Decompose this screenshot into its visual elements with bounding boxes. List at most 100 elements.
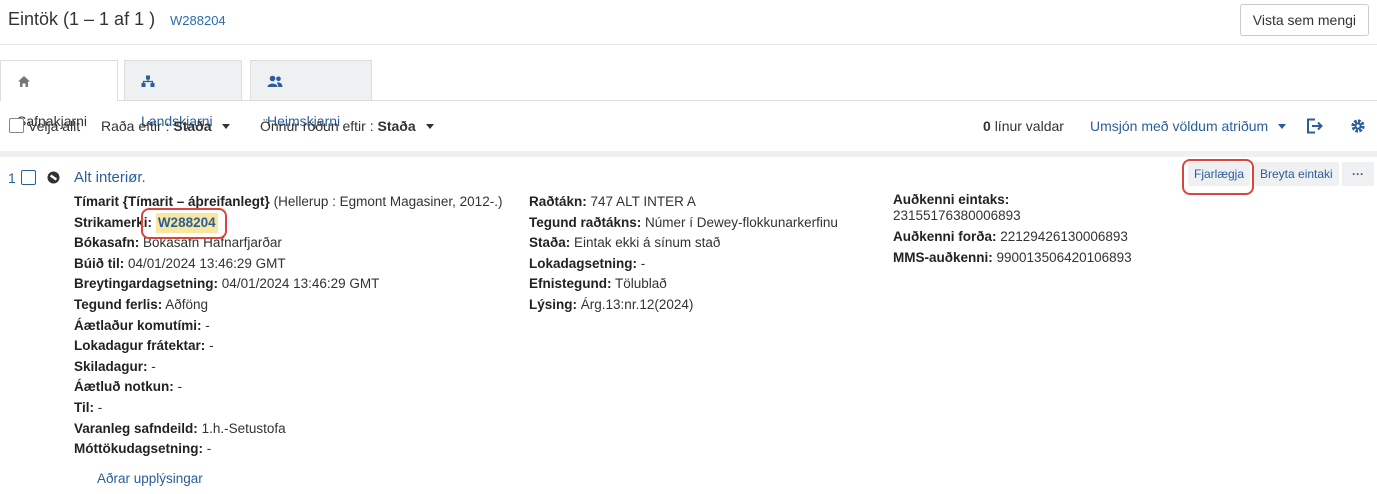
hold-end-label: Lokadagur frátektar:: [74, 338, 206, 354]
end-date-value: -: [640, 255, 646, 271]
barcode-row: Strikamerki: W288204: [74, 212, 502, 234]
description-row: Lýsing: Árg.13:nr.12(2024): [529, 295, 838, 316]
selected-count: 0 línur valdar: [983, 118, 1064, 134]
more-info-link[interactable]: Aðrar upplýsingar: [97, 471, 203, 486]
tab-bar: Safnakjarni Landskjarni Heimskjarni: [0, 60, 1377, 129]
created-value: 04/01/2024 13:46:29 GMT: [128, 255, 286, 271]
chevron-down-icon: [1278, 124, 1287, 129]
expected-use-value: -: [177, 379, 183, 395]
callno-row: Raðtákn: 747 ALT INTER A: [529, 192, 838, 213]
created-row: Búið til: 04/01/2024 13:46:29 GMT: [74, 254, 502, 275]
edit-item-button[interactable]: Breyta eintaki: [1254, 162, 1339, 186]
type-label: Tímarit {Tímarit – áþreifanlegt}: [74, 194, 270, 209]
item-details-col3: Auðkenni eintaks: 23155176380006893 Auðk…: [893, 192, 1132, 266]
item-id-value-row: 23155176380006893: [893, 208, 1132, 224]
hold-end-value: -: [209, 338, 214, 354]
ban-icon: [47, 171, 60, 184]
barcode-highlight-ring: [141, 208, 227, 239]
callno-label: Raðtákn:: [529, 194, 587, 209]
page-header: Eintök (1 – 1 af 1 ) W288204 Vista sem m…: [0, 0, 1377, 45]
loan-type-label: Tegund ferlis:: [74, 296, 163, 312]
gear-icon[interactable]: [1350, 118, 1366, 134]
material-value: Tölublað: [615, 276, 667, 292]
selected-count-label: línur valdar: [994, 118, 1064, 134]
modified-row: Breytingardagsetning: 04/01/2024 13:46:2…: [74, 274, 502, 295]
home-icon: [18, 76, 30, 87]
item-id-label-row: Auðkenni eintaks:: [893, 192, 1132, 208]
holding-id-label: Auðkenni forða:: [893, 229, 997, 244]
secondary-sort-label: Önnur röðun eftir :: [260, 118, 374, 134]
receive-date-label: Móttökudagsetning:: [74, 441, 203, 457]
expected-use-row: Áætluð notkun: -: [74, 377, 502, 398]
barcode-search-link[interactable]: W288204: [170, 13, 226, 28]
tab-safnakjarni[interactable]: Safnakjarni: [0, 60, 118, 129]
tab-landskjarni[interactable]: Landskjarni: [124, 60, 242, 129]
secondary-sort-value: Staða: [377, 118, 416, 134]
end-date-label: Lokadagsetning:: [529, 255, 638, 271]
sort-label: Raða eftir :: [101, 118, 170, 134]
view-as-set-button[interactable]: Vista sem mengi: [1239, 4, 1369, 36]
page-title: Eintök (1 – 1 af 1 ): [8, 9, 156, 29]
sort-dropdown[interactable]: Raða eftir : Staða: [101, 118, 230, 134]
callno-type-label: Tegund raðtákns:: [529, 214, 642, 230]
secondary-sort-dropdown[interactable]: Önnur röðun eftir : Staða: [260, 118, 434, 134]
selected-count-number: 0: [983, 118, 991, 134]
expected-arrival-value: -: [205, 317, 210, 333]
loan-type-value: Aðföng: [165, 296, 209, 312]
callno-type-value: Númer í Dewey-flokkunarkerfinu: [645, 214, 838, 230]
mms-id-value: 990013506420106893: [996, 250, 1132, 265]
callno-type-row: Tegund raðtákns: Númer í Dewey-flokkunar…: [529, 213, 838, 234]
to-label: Til:: [74, 399, 94, 415]
item-index: 1: [8, 170, 16, 186]
to-value: -: [97, 399, 103, 415]
perm-location-row: Varanleg safndeild: 1.h.-Setustofa: [74, 419, 502, 440]
description-label: Lýsing:: [529, 296, 578, 312]
library-row: Bókasafn: Bókasafn Hafnarfjarðar: [74, 233, 502, 254]
receive-date-value: -: [206, 441, 212, 457]
status-label: Staða:: [529, 235, 571, 251]
manage-selected-label: Umsjón með völdum atriðum: [1090, 118, 1269, 134]
item-checkbox[interactable]: [21, 170, 36, 185]
export-icon[interactable]: [1306, 118, 1324, 134]
remove-button-highlight-ring: [1182, 159, 1254, 195]
item-details-col2: Raðtákn: 747 ALT INTER A Tegund raðtákns…: [529, 192, 838, 316]
status-value: Eintak ekki á sínum stað: [574, 235, 721, 251]
mms-id-label: MMS-auðkenni:: [893, 250, 993, 265]
perm-location-value: 1.h.-Setustofa: [201, 420, 286, 436]
chevron-down-icon: [221, 124, 230, 129]
due-row: Skiladagur: -: [74, 357, 502, 378]
status-row: Staða: Eintak ekki á sínum stað: [529, 233, 838, 254]
item-id-label: Auðkenni eintaks:: [893, 192, 1010, 207]
material-row: Efnistegund: Tölublað: [529, 274, 838, 295]
to-row: Til: -: [74, 398, 502, 419]
sort-value: Staða: [173, 118, 212, 134]
mms-id-row: MMS-auðkenni: 990013506420106893: [893, 250, 1132, 266]
created-label: Búið til:: [74, 255, 125, 271]
select-all-checkbox[interactable]: Velja allt: [9, 118, 80, 134]
more-actions-button[interactable]: ···: [1342, 162, 1374, 186]
results-toolbar: Velja allt Raða eftir : Staða Önnur röðu…: [0, 101, 1377, 157]
hold-end-row: Lokadagur frátektar: -: [74, 336, 502, 357]
expected-arrival-label: Áætlaður komutími:: [74, 317, 202, 333]
callno-value: 747 ALT INTER A: [590, 194, 696, 209]
select-all-label: Velja allt: [28, 118, 81, 134]
modified-label: Breytingardagsetning:: [74, 276, 219, 292]
checkbox-box[interactable]: [9, 118, 24, 133]
holding-id-row: Auðkenni forða: 22129426130006893: [893, 229, 1132, 245]
material-label: Efnistegund:: [529, 276, 612, 292]
manage-selected-dropdown[interactable]: Umsjón með völdum atriðum: [1090, 118, 1287, 134]
description-value: Árg.13:nr.12(2024): [580, 296, 694, 312]
due-value: -: [151, 358, 156, 374]
chevron-down-icon: [425, 124, 434, 129]
barcode-label: Strikamerki: [74, 214, 148, 230]
expected-use-label: Áætluð notkun:: [74, 379, 174, 395]
users-icon: [267, 75, 283, 87]
item-title-link[interactable]: Alt interiør.: [74, 169, 146, 186]
network-icon: [141, 75, 155, 87]
receive-date-row: Móttökudagsetning: -: [74, 439, 502, 460]
library-label: Bókasafn:: [74, 235, 140, 251]
end-date-row: Lokadagsetning: -: [529, 254, 838, 275]
due-label: Skiladagur:: [74, 358, 148, 374]
tab-heimskjarni[interactable]: Heimskjarni: [250, 60, 372, 129]
item-id-value: 23155176380006893: [893, 208, 1021, 223]
